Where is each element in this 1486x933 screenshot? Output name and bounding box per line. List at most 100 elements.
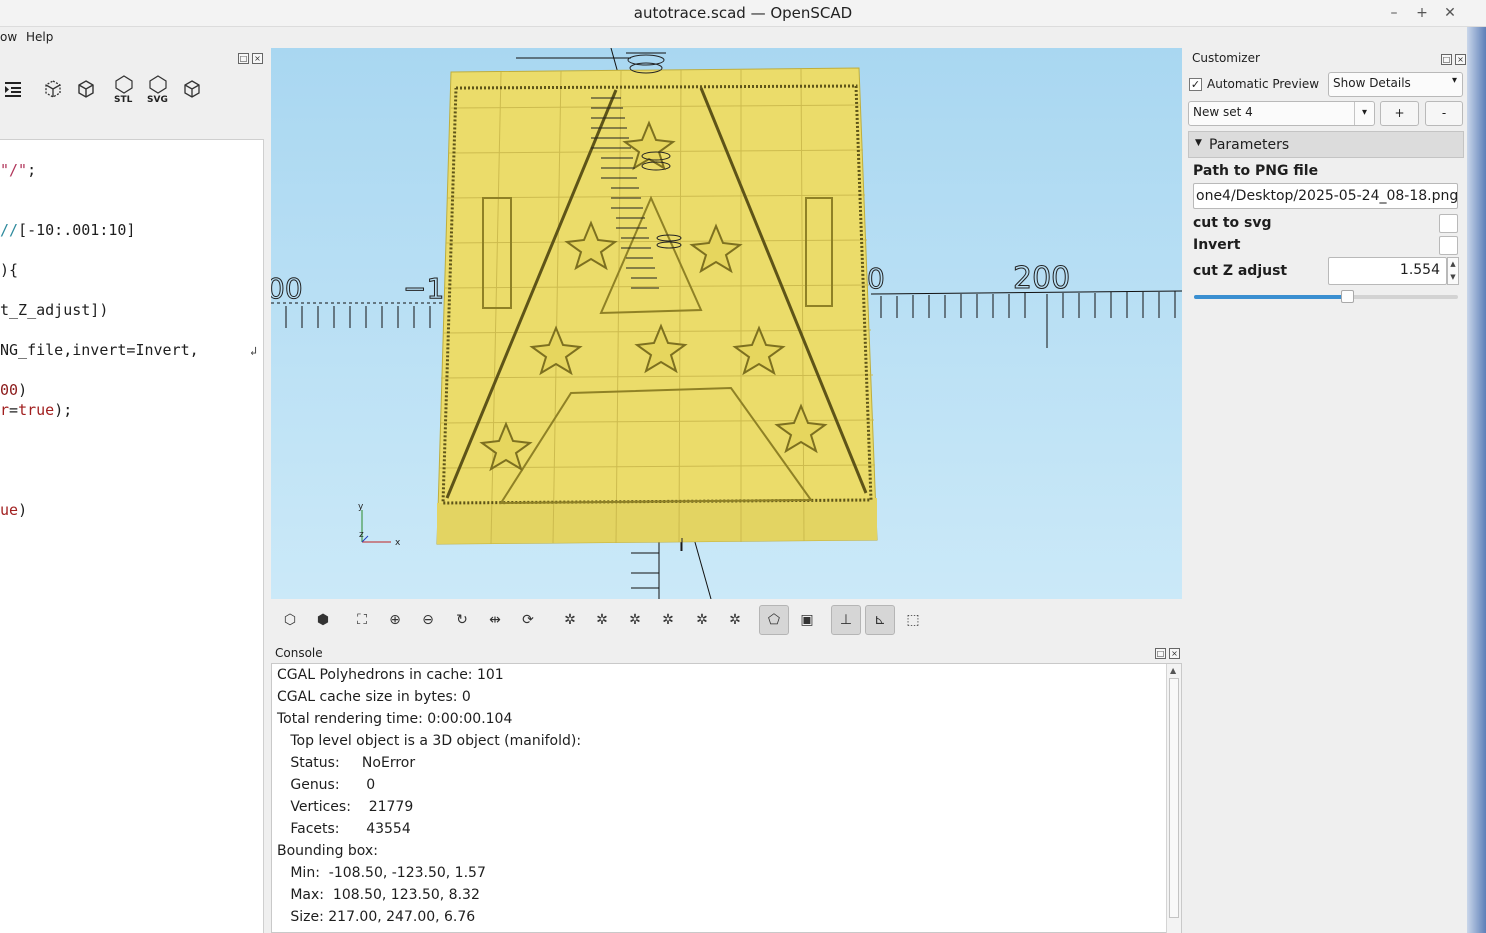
preset-select[interactable]: New set 4 ▾ <box>1188 101 1375 126</box>
perspective-icon[interactable]: ⬠ <box>759 605 789 635</box>
close-icon[interactable]: ✕ <box>1441 4 1459 22</box>
scroll-up-icon[interactable]: ▲ <box>1170 666 1176 675</box>
console-header: Console □ × <box>271 644 1182 663</box>
console-line: Min: -108.50, -123.50, 1.57 <box>277 865 486 881</box>
code-line: r=true); <box>0 401 72 419</box>
export-stl-label: STL <box>114 95 133 104</box>
editor-toolbar: STL SVG <box>0 64 266 110</box>
console-line: Size: 217.00, 247.00, 6.76 <box>277 909 476 925</box>
auto-preview-checkbox[interactable]: ✓ <box>1189 78 1202 91</box>
show-axes-icon[interactable]: ⊥ <box>831 605 861 635</box>
console-line: CGAL Polyhedrons in cache: 101 <box>277 667 504 683</box>
customizer-title: Customizer <box>1192 51 1260 65</box>
add-preset-button[interactable]: + <box>1380 101 1419 126</box>
view-top-icon[interactable]: ✲ <box>687 605 717 635</box>
cut-to-svg-label: cut to svg <box>1193 215 1272 231</box>
invert-checkbox[interactable] <box>1439 236 1458 255</box>
slider-handle[interactable] <box>1341 290 1355 303</box>
details-select[interactable]: Show Details ▾ <box>1328 72 1463 97</box>
view-ortho-icon[interactable]: ⟳ <box>513 605 543 635</box>
png-path-label: Path to PNG file <box>1193 163 1319 179</box>
code-token: = <box>9 401 19 419</box>
wrap-indicator-icon: ↲ <box>250 344 258 358</box>
scrollbar-thumb[interactable] <box>1169 678 1179 918</box>
code-line: ue) <box>0 501 27 519</box>
desktop-background <box>1467 27 1486 933</box>
console-line: Max: 108.50, 123.50, 8.32 <box>277 887 480 903</box>
dock-close-icon[interactable]: × <box>1455 54 1466 65</box>
float-icon[interactable]: □ <box>238 53 249 64</box>
console-scrollbar[interactable]: ▲ <box>1166 664 1181 933</box>
code-line: NG_file,invert=Invert, <box>0 341 199 359</box>
float-icon[interactable]: □ <box>1155 648 1166 659</box>
axis-label: −1 <box>403 272 444 305</box>
dock-close-icon[interactable]: × <box>252 53 263 64</box>
svg-text:z: z <box>359 530 364 540</box>
3d-viewport[interactable]: 00 −1 0 200 x y z <box>271 48 1182 599</box>
minimize-icon[interactable]: – <box>1385 4 1403 22</box>
code-token: ue <box>0 501 19 519</box>
view-back-icon[interactable]: ✲ <box>653 605 683 635</box>
code-line: //[-10:.001:10] <box>0 221 135 239</box>
reset-view-icon[interactable]: ↻ <box>447 605 477 635</box>
code-token: ); <box>54 401 73 419</box>
code-token: r <box>0 401 10 419</box>
customizer-panel: Customizer □ × ✓ Automatic Preview Show … <box>1185 48 1467 933</box>
preview-icon[interactable] <box>41 76 65 102</box>
spin-arrows-icon[interactable]: ▲ ▼ <box>1447 257 1459 285</box>
show-scale-icon[interactable]: ⊾ <box>865 605 895 635</box>
code-token: [-10:.001:10] <box>18 221 136 239</box>
indent-icon[interactable] <box>0 76 24 102</box>
view-left-icon[interactable]: ✲ <box>587 605 617 635</box>
orthogonal-icon[interactable]: ▣ <box>792 605 822 635</box>
slider-fill <box>1194 295 1348 299</box>
menu-item-help[interactable]: Help <box>26 30 53 44</box>
maximize-icon[interactable]: + <box>1413 4 1431 22</box>
svg-text:y: y <box>358 502 364 512</box>
code-token: t_Z_adjust]) <box>0 301 109 319</box>
png-path-input[interactable]: one4/Desktop/2025-05-24_08-18.png <box>1193 183 1458 209</box>
view-all-icon[interactable]: ⛶ <box>347 605 377 635</box>
zoom-in-icon[interactable]: ⊕ <box>380 605 410 635</box>
code-token: "/" <box>0 161 28 179</box>
view-front-icon[interactable]: ✲ <box>620 605 650 635</box>
window-title: autotrace.scad — OpenSCAD <box>633 4 853 22</box>
code-line: ){ <box>0 261 18 279</box>
code-token: ){ <box>0 261 19 279</box>
parameters-section-header[interactable]: ▼ Parameters <box>1188 131 1464 158</box>
export-svg-icon[interactable]: SVG <box>146 74 170 104</box>
view-right-icon[interactable]: ✲ <box>555 605 585 635</box>
code-token: true <box>18 401 55 419</box>
show-edges-icon[interactable]: ⬚ <box>898 605 928 635</box>
render-icon[interactable]: ⬢ <box>308 605 338 635</box>
render-icon[interactable] <box>74 76 98 102</box>
preview-icon[interactable]: ⬡ <box>275 605 305 635</box>
export-3d-icon[interactable] <box>180 76 204 102</box>
export-svg-label: SVG <box>147 95 168 104</box>
console-line: Bounding box: <box>277 843 378 859</box>
float-icon[interactable]: □ <box>1441 54 1452 65</box>
cut-z-adjust-input[interactable]: 1.554 <box>1328 257 1447 285</box>
code-token: NG_file,invert=Invert, <box>0 341 199 359</box>
view-perspective-icon[interactable]: ⇹ <box>480 605 510 635</box>
cut-to-svg-checkbox[interactable] <box>1439 214 1458 233</box>
chevron-down-icon: ▼ <box>1195 138 1202 148</box>
axis-label: 0 <box>867 262 885 295</box>
console-line: Genus: 0 <box>277 777 376 793</box>
zoom-out-icon[interactable]: ⊖ <box>413 605 443 635</box>
chevron-down-icon: ▾ <box>1451 75 1457 86</box>
dock-close-icon[interactable]: × <box>1169 648 1180 659</box>
chevron-down-icon: ▾ <box>1354 102 1374 125</box>
remove-preset-button[interactable]: - <box>1425 101 1463 126</box>
view-bottom-icon[interactable]: ✲ <box>720 605 750 635</box>
menu-item-window[interactable]: ow <box>0 30 17 44</box>
console-output[interactable]: CGAL Polyhedrons in cache: 101 CGAL cach… <box>271 663 1182 933</box>
cut-z-slider[interactable] <box>1194 290 1458 303</box>
console-line: Vertices: 21779 <box>277 799 414 815</box>
menu-bar: ow Help <box>0 27 268 48</box>
axis-label: 200 <box>1013 261 1070 296</box>
code-line: t_Z_adjust]) <box>0 301 108 319</box>
code-editor[interactable]: "/"; //[-10:.001:10] ){ t_Z_adjust]) NG_… <box>0 139 264 933</box>
export-stl-icon[interactable]: STL <box>112 74 136 104</box>
code-token: ) <box>18 381 28 399</box>
